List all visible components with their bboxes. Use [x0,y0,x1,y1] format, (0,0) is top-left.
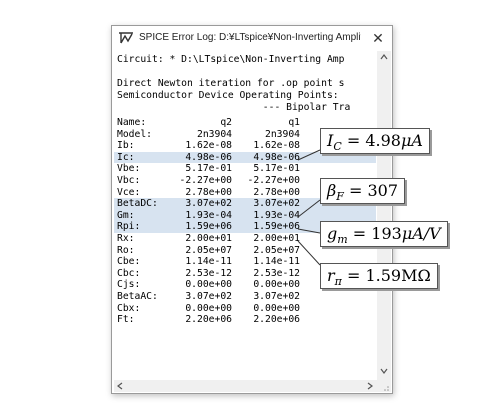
leader-line-rpi [297,240,321,266]
callout-leader-lines [297,149,321,266]
ic-callout: IC = 4.98μA [320,128,430,154]
leader-line-gm [297,228,321,234]
rpi-callout: rπ = 1.59MΩ [320,263,438,289]
leader-line-ic [297,149,321,161]
leader-line-betaf [297,199,321,218]
gm-callout: gm = 193μA/V [320,221,448,247]
betaf-callout: βF = 307 [320,178,406,204]
